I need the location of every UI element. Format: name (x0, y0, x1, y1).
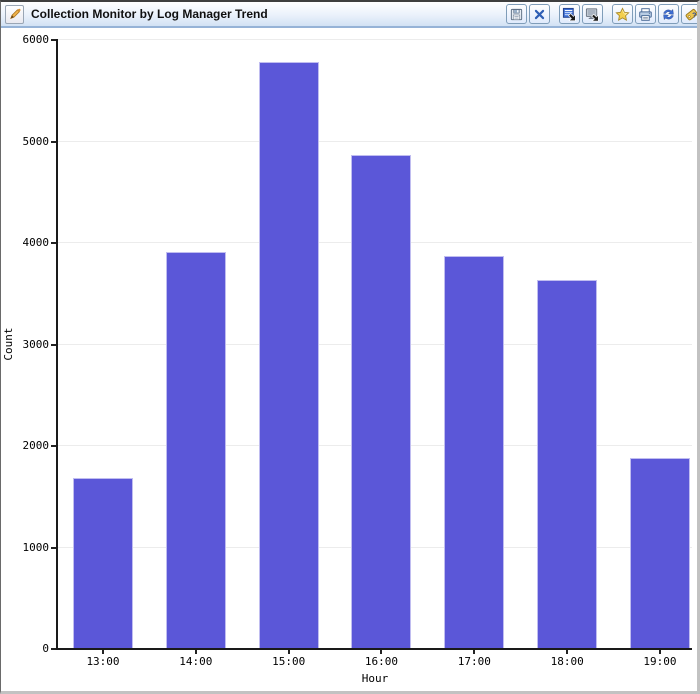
bar-1600[interactable] (351, 154, 412, 648)
toolbar-group: ? (612, 4, 697, 24)
gridline (58, 140, 692, 142)
bar-1500[interactable] (258, 62, 319, 648)
save-button[interactable] (506, 4, 527, 24)
y-tick-label: 2000 (22, 439, 50, 452)
bar-chart: 0 1000 2000 3000 4000 5000 6000 13:00 14:00 15:00… (1, 28, 697, 691)
x-tick-label: 15:00 (272, 655, 306, 668)
titlebar-toolbar: ? (497, 4, 697, 24)
x-tick-mark (287, 650, 290, 654)
x-tick-label: 18:00 (550, 655, 584, 668)
bar-1900[interactable] (629, 458, 690, 648)
x-tick-label: 17:00 (457, 655, 491, 668)
x-tick-label: 14:00 (179, 655, 213, 668)
x-axis-title: Hour (361, 672, 389, 685)
print-icon (638, 7, 653, 22)
bar-1800[interactable] (537, 279, 598, 648)
favorite-button[interactable] (612, 4, 633, 24)
star-icon (615, 6, 630, 22)
x-tick-label: 16:00 (364, 655, 399, 668)
x-tick-mark (473, 650, 476, 654)
y-tick-label: 1000 (22, 540, 50, 554)
x-axis-line (56, 648, 692, 650)
x-tick-label: 13:00 (86, 655, 120, 668)
bar-1700[interactable] (444, 256, 505, 648)
toolbar-group (559, 4, 603, 24)
refresh-button[interactable] (658, 4, 679, 24)
y-tick-label: 6000 (22, 33, 50, 46)
x-tick-mark (658, 650, 661, 654)
gridline (58, 39, 692, 40)
y-tick-label: 0 (42, 642, 49, 655)
window-title: Collection Monitor by Log Manager Trend (31, 7, 268, 21)
y-axis-line (56, 39, 58, 650)
x-tick-mark (380, 650, 383, 654)
refresh-icon (661, 7, 676, 22)
toolbar-group (506, 4, 550, 24)
bar-1400[interactable] (165, 252, 226, 648)
collection-monitor-window: Collection Monitor by Log Manager Trend … (0, 0, 700, 694)
x-tick-mark (194, 650, 197, 654)
print-button[interactable] (635, 4, 656, 24)
send-to-screen-button[interactable] (559, 4, 580, 24)
y-axis-title: Count (2, 326, 15, 361)
y-tick-label: 4000 (22, 236, 50, 249)
x-tick-mark (102, 650, 104, 654)
tag-icon: ? (684, 7, 697, 22)
y-tick-label: 5000 (22, 134, 50, 148)
x-tick-label: 19:00 (643, 655, 677, 668)
tag-button[interactable]: ? (681, 4, 697, 24)
close-icon (532, 7, 547, 22)
window-titlebar: Collection Monitor by Log Manager Trend … (1, 2, 697, 28)
close-button[interactable] (529, 4, 550, 24)
monitor-arrow-icon (585, 7, 600, 22)
screen-list-arrow-icon (562, 7, 577, 22)
edit-view-button[interactable] (5, 4, 24, 24)
save-icon (509, 7, 524, 22)
send-to-monitor-button[interactable] (582, 4, 603, 24)
pencil-icon (8, 7, 22, 21)
bar-1300[interactable] (73, 478, 133, 648)
x-tick-mark (566, 650, 569, 654)
svg-text:?: ? (692, 12, 696, 19)
